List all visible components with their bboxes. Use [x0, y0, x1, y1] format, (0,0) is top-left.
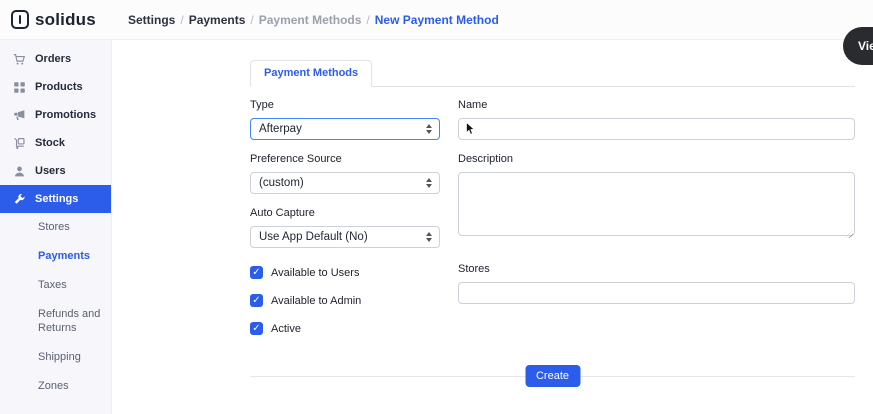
breadcrumb-item-payment-methods[interactable]: Payment Methods	[259, 13, 362, 27]
sidebar-subitem-shipping[interactable]: Shipping	[0, 343, 111, 372]
grid-icon	[13, 81, 26, 94]
name-input-shell	[458, 118, 855, 140]
type-select[interactable]: Afterpay	[250, 118, 440, 140]
user-icon	[13, 165, 26, 178]
tab-payment-methods[interactable]: Payment Methods	[250, 60, 372, 87]
description-label: Description	[458, 153, 855, 165]
sidebar-item-label: Orders	[35, 53, 71, 65]
name-input[interactable]	[458, 118, 855, 140]
sidebar-subitem-zones[interactable]: Zones	[0, 372, 111, 401]
megaphone-icon	[13, 109, 26, 122]
form-column-right: Name Description Stores	[458, 87, 855, 335]
sidebar: Orders Products Promotions Stock Users Settin…	[0, 40, 112, 414]
top-header: solidus Settings / Payments / Payment Method…	[0, 0, 873, 40]
form-column-left: Type Afterpay Preference Source (custom)…	[250, 87, 440, 335]
breadcrumb: Settings / Payments / Payment Methods / New Pa…	[128, 13, 499, 27]
sidebar-subitem-taxes[interactable]: Taxes	[0, 271, 111, 300]
sidebar-subitem-payments[interactable]: Payments	[0, 242, 111, 271]
auto-capture-value: Use App Default (No)	[259, 231, 426, 243]
breadcrumb-separator: /	[250, 13, 253, 27]
preference-source-label: Preference Source	[250, 153, 440, 165]
breadcrumb-item-new-payment-method: New Payment Method	[375, 13, 499, 27]
logo-text: solidus	[35, 10, 96, 30]
breadcrumb-separator: /	[180, 13, 183, 27]
description-textarea[interactable]	[458, 172, 855, 236]
form-grid: Type Afterpay Preference Source (custom)…	[250, 87, 855, 335]
sidebar-nav: Orders Products Promotions Stock Users Settin…	[0, 45, 111, 213]
stock-icon	[13, 137, 26, 150]
type-select-value: Afterpay	[259, 123, 426, 135]
stores-input[interactable]	[458, 282, 855, 304]
checkbox-icon[interactable]: ✓	[250, 266, 263, 279]
solidus-logo-icon	[11, 10, 29, 29]
preference-source-select[interactable]: (custom)	[250, 172, 440, 194]
sidebar-item-users[interactable]: Users	[0, 157, 111, 185]
view-button[interactable]: Vie	[843, 27, 873, 65]
checkbox-row-available-to-users[interactable]: ✓ Available to Users	[250, 266, 440, 279]
payment-method-form: Payment Methods Type Afterpay Preference…	[250, 60, 855, 387]
breadcrumb-item-settings[interactable]: Settings	[128, 13, 175, 27]
sidebar-item-label: Users	[35, 165, 66, 177]
stores-label: Stores	[458, 263, 855, 275]
sidebar-item-stock[interactable]: Stock	[0, 129, 111, 157]
sidebar-item-settings[interactable]: Settings	[0, 185, 111, 213]
checkbox-label: Available to Users	[271, 267, 359, 279]
breadcrumb-item-payments[interactable]: Payments	[189, 13, 246, 27]
sidebar-item-label: Stock	[35, 137, 65, 149]
tabbar: Payment Methods	[250, 60, 855, 87]
sidebar-item-promotions[interactable]: Promotions	[0, 101, 111, 129]
type-label: Type	[250, 99, 440, 111]
select-stepper-icon	[426, 124, 432, 134]
cart-icon	[13, 53, 26, 66]
checkbox-label: Active	[271, 323, 301, 335]
sidebar-item-label: Settings	[35, 193, 78, 205]
select-stepper-icon	[426, 178, 432, 188]
checkbox-row-active[interactable]: ✓ Active	[250, 322, 440, 335]
sidebar-item-label: Promotions	[35, 109, 96, 121]
app-logo[interactable]: solidus	[0, 10, 112, 30]
wrench-icon	[13, 193, 26, 206]
auto-capture-label: Auto Capture	[250, 207, 440, 219]
checkbox-list: ✓ Available to Users ✓ Available to Admin ✓ A…	[250, 266, 440, 335]
checkbox-label: Available to Admin	[271, 295, 361, 307]
sidebar-subitem-stores[interactable]: Stores	[0, 213, 111, 242]
preference-source-value: (custom)	[259, 177, 426, 189]
sidebar-item-orders[interactable]: Orders	[0, 45, 111, 73]
checkbox-icon[interactable]: ✓	[250, 294, 263, 307]
select-stepper-icon	[426, 232, 432, 242]
name-label: Name	[458, 99, 855, 111]
sidebar-item-label: Products	[35, 81, 83, 93]
main-content: Payment Methods Type Afterpay Preference…	[112, 40, 873, 414]
sidebar-item-products[interactable]: Products	[0, 73, 111, 101]
create-button[interactable]: Create	[525, 365, 580, 387]
checkbox-row-available-to-admin[interactable]: ✓ Available to Admin	[250, 294, 440, 307]
breadcrumb-separator: /	[366, 13, 369, 27]
description-shell	[458, 172, 855, 241]
checkbox-icon[interactable]: ✓	[250, 322, 263, 335]
sidebar-subitem-refunds-and-returns[interactable]: Refunds and Returns	[0, 300, 111, 344]
sidebar-subnav: StoresPaymentsTaxesRefunds and ReturnsSh…	[0, 213, 111, 401]
form-footer: Create	[250, 365, 855, 387]
auto-capture-select[interactable]: Use App Default (No)	[250, 226, 440, 248]
